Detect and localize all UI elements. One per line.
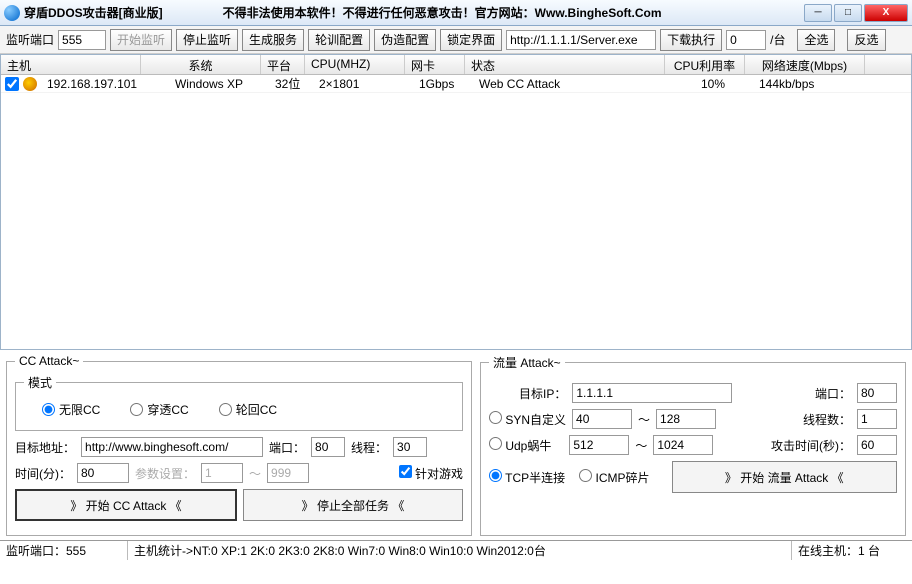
tilde3: ～ (635, 437, 647, 454)
fake-config-button[interactable]: 伪造配置 (374, 29, 436, 51)
mode-legend: 模式 (24, 374, 56, 391)
url-input[interactable] (506, 30, 656, 50)
flow-port-input[interactable] (857, 383, 897, 403)
row-checkbox[interactable] (5, 77, 19, 91)
cc-attack-panel: CC Attack~ 模式 无限CC 穿透CC 轮回CC 目标地址： 端口： 线… (6, 354, 472, 536)
start-cc-button[interactable]: 》 开始 CC Attack 《 (15, 489, 237, 521)
udp2-input[interactable] (653, 435, 713, 455)
col-host[interactable]: 主机 (1, 55, 141, 74)
cell-util: 10% (673, 76, 753, 92)
ip-label: 目标IP： (519, 385, 566, 402)
cc-time-label: 时间(分)： (15, 465, 71, 482)
syn2-input[interactable] (656, 409, 716, 429)
cell-cpu: 2×1801 (313, 76, 413, 92)
status-right: 在线主机：1 台 (792, 541, 912, 560)
host-table: 主机 系统 平台 CPU(MHZ) 网卡 状态 CPU利用率 网络速度(Mbps… (0, 54, 912, 350)
param-label: 参数设置： (135, 465, 195, 482)
download-exec-button[interactable]: 下载执行 (660, 29, 722, 51)
listen-port-input[interactable] (58, 30, 106, 50)
close-button[interactable]: X (864, 4, 908, 22)
start-flow-button[interactable]: 》 开始 流量 Attack 《 (672, 461, 898, 493)
tilde: ～ (249, 465, 261, 482)
target-input[interactable] (81, 437, 263, 457)
table-header: 主机 系统 平台 CPU(MHZ) 网卡 状态 CPU利用率 网络速度(Mbps… (1, 55, 911, 75)
syn-radio[interactable]: SYN自定义 (489, 411, 566, 428)
col-cpu[interactable]: CPU(MHZ) (305, 55, 405, 74)
titlebar: 穿盾DDOS攻击器[商业版] 不得非法使用本软件！不得进行任何恶意攻击！官方网站… (0, 0, 912, 26)
notice-text: 不得非法使用本软件！不得进行任何恶意攻击！官方网站：Www.BingheSoft… (223, 4, 662, 21)
host-icon (23, 77, 37, 91)
flow-port-label: 端口： (815, 385, 851, 402)
cc-port-label: 端口： (269, 439, 305, 456)
unit-label: /台 (770, 31, 785, 48)
threads-label: 线程数： (803, 411, 851, 428)
atime-label: 攻击时间(秒)： (771, 437, 851, 454)
cell-stat: Web CC Attack (473, 76, 673, 92)
flow-attack-panel: 流量 Attack~ 目标IP： 端口： SYN自定义 ～ 线程数： Udp蜗牛… (480, 354, 906, 536)
col-util[interactable]: CPU利用率 (665, 55, 745, 74)
ip-input[interactable] (572, 383, 732, 403)
maximize-button[interactable]: □ (834, 4, 862, 22)
target-label: 目标地址： (15, 439, 75, 456)
select-all-button[interactable]: 全选 (797, 29, 835, 51)
lock-ui-button[interactable]: 锁定界面 (440, 29, 502, 51)
syn1-input[interactable] (572, 409, 632, 429)
cc-thread-label: 线程： (351, 439, 387, 456)
minimize-button[interactable]: ─ (804, 4, 832, 22)
cell-host: 192.168.197.101 (41, 76, 149, 92)
cc-thread-input[interactable] (393, 437, 427, 457)
col-sys[interactable]: 系统 (141, 55, 261, 74)
start-listen-button[interactable]: 开始监听 (110, 29, 172, 51)
status-mid: 主机统计->NT:0 XP:1 2K:0 2K3:0 2K8:0 Win7:0 … (128, 541, 792, 560)
icmp-radio[interactable]: ICMP碎片 (579, 469, 649, 486)
atime-input[interactable] (857, 435, 897, 455)
table-row[interactable]: 192.168.197.101 Windows XP 32位 2×1801 1G… (1, 75, 911, 93)
cc-time-input[interactable] (77, 463, 129, 483)
gen-service-button[interactable]: 生成服务 (242, 29, 304, 51)
mode-unlimited[interactable]: 无限CC (42, 401, 100, 418)
cell-nic: 1Gbps (413, 76, 473, 92)
mode-rotate[interactable]: 轮回CC (219, 401, 277, 418)
game-checkbox[interactable] (399, 465, 412, 478)
col-stat[interactable]: 状态 (465, 55, 665, 74)
toolbar: 监听端口 开始监听 停止监听 生成服务 轮训配置 伪造配置 锁定界面 下载执行 … (0, 26, 912, 54)
status-left: 监听端口：555 (0, 541, 128, 560)
mode-fieldset: 模式 无限CC 穿透CC 轮回CC (15, 374, 463, 431)
cell-plat: 32位 (269, 74, 313, 93)
app-icon (4, 5, 20, 21)
count-input[interactable] (726, 30, 766, 50)
stop-listen-button[interactable]: 停止监听 (176, 29, 238, 51)
col-speed[interactable]: 网络速度(Mbps) (745, 55, 865, 74)
status-bar: 监听端口：555 主机统计->NT:0 XP:1 2K:0 2K3:0 2K8:… (0, 540, 912, 560)
param2-input[interactable] (267, 463, 309, 483)
tilde2: ～ (638, 411, 650, 428)
train-config-button[interactable]: 轮训配置 (308, 29, 370, 51)
udp-radio[interactable]: Udp蜗牛 (489, 437, 551, 454)
cell-speed: 144kb/bps (753, 76, 873, 92)
cell-sys: Windows XP (149, 76, 269, 92)
col-nic[interactable]: 网卡 (405, 55, 465, 74)
tcp-radio[interactable]: TCP半连接 (489, 469, 565, 486)
udp1-input[interactable] (569, 435, 629, 455)
flow-legend: 流量 Attack~ (489, 354, 565, 371)
listen-port-label: 监听端口 (6, 31, 54, 48)
window-title: 穿盾DDOS攻击器[商业版] (24, 4, 163, 21)
mode-penetrate[interactable]: 穿透CC (130, 401, 188, 418)
threads-input[interactable] (857, 409, 897, 429)
stop-all-button[interactable]: 》 停止全部任务 《 (243, 489, 463, 521)
game-checkbox-label[interactable]: 针对游戏 (399, 465, 463, 482)
param1-input[interactable] (201, 463, 243, 483)
col-plat[interactable]: 平台 (261, 55, 305, 74)
invert-select-button[interactable]: 反选 (847, 29, 885, 51)
cc-port-input[interactable] (311, 437, 345, 457)
cc-legend: CC Attack~ (15, 354, 83, 368)
